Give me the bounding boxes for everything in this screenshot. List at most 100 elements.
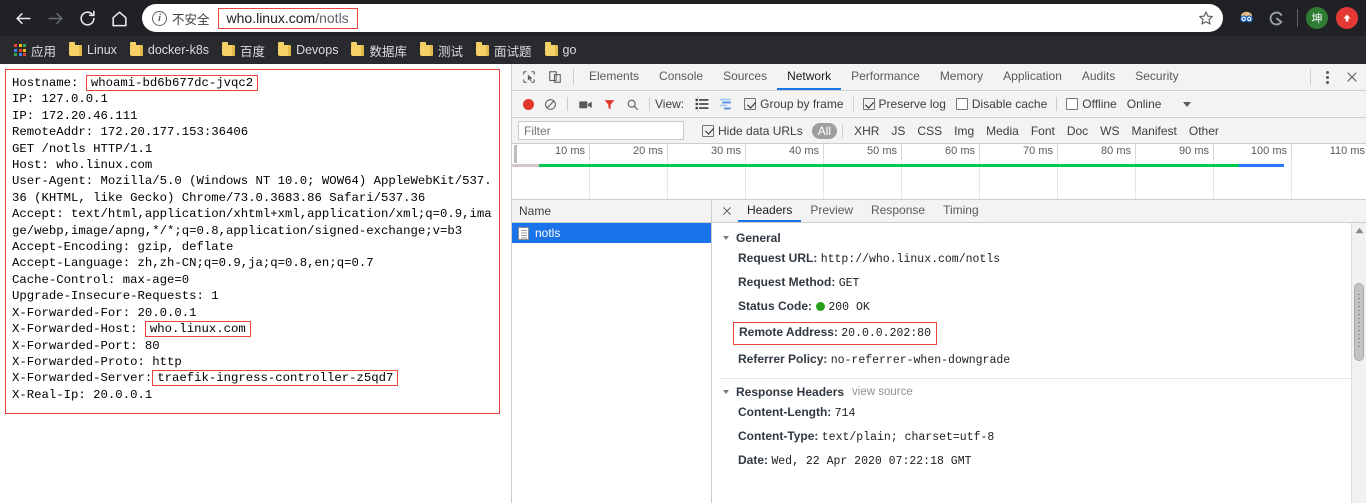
header-content-type: Content-Type: text/plain; charset=utf-8: [712, 425, 1366, 449]
header-line: Upgrade-Insecure-Requests: 1: [12, 289, 219, 304]
column-header-name[interactable]: Name: [512, 200, 711, 223]
filter-type-js[interactable]: JS: [885, 123, 911, 139]
response-headers-section-header[interactable]: Response Headers view source: [712, 383, 1366, 401]
preserve-log-checkbox[interactable]: Preserve log: [858, 97, 951, 111]
filter-type-manifest[interactable]: Manifest: [1126, 123, 1183, 139]
network-body: Name notls Headers Preview Response Timi…: [512, 200, 1366, 503]
chevron-down-icon: [1183, 101, 1192, 107]
security-chip[interactable]: i 不安全: [152, 9, 218, 28]
extension-glasses-icon[interactable]: [1233, 5, 1259, 31]
list-view-icon[interactable]: [690, 98, 714, 110]
network-overview[interactable]: 10 ms 20 ms 30 ms 40 ms 50 ms 60 ms 70 m…: [512, 144, 1366, 200]
detail-tab-preview[interactable]: Preview: [801, 200, 862, 222]
home-icon[interactable]: [104, 3, 134, 33]
filter-type-all[interactable]: All: [811, 122, 838, 139]
status-ok-icon: [816, 302, 826, 311]
address-bar[interactable]: i 不安全 who.linux.com/notls: [142, 4, 1223, 32]
bookmark-item-devops[interactable]: Devops: [273, 41, 346, 59]
hide-data-urls-checkbox[interactable]: Hide data URLs: [697, 124, 808, 138]
record-button[interactable]: [518, 98, 539, 110]
bookmark-label: go: [562, 43, 577, 57]
reload-icon[interactable]: [72, 3, 102, 33]
close-devtools-icon[interactable]: [1338, 64, 1366, 90]
offline-checkbox[interactable]: Offline: [1061, 97, 1121, 111]
disable-cache-checkbox[interactable]: Disable cache: [951, 97, 1052, 111]
waterfall-view-icon[interactable]: [714, 98, 739, 110]
update-arrow-icon[interactable]: [1336, 7, 1358, 29]
bookmark-star-icon[interactable]: [1193, 5, 1219, 31]
bookmark-item-linux[interactable]: Linux: [64, 41, 125, 59]
profile-avatar[interactable]: 坤: [1306, 7, 1328, 29]
details-scrollbar[interactable]: [1351, 223, 1366, 503]
close-details-icon[interactable]: [716, 200, 738, 222]
header-key: Content-Length:: [738, 405, 832, 419]
filter-type-doc[interactable]: Doc: [1061, 123, 1094, 139]
tab-elements[interactable]: Elements: [579, 64, 649, 90]
request-row-notls[interactable]: notls: [512, 223, 711, 243]
filter-type-css[interactable]: CSS: [911, 123, 948, 139]
header-value: http://who.linux.com/notls: [820, 253, 1001, 266]
checkbox-icon: [702, 124, 714, 137]
header-value: no-referrer-when-downgrade: [830, 354, 1011, 367]
extension-c-icon[interactable]: [1263, 5, 1289, 31]
search-icon[interactable]: [621, 98, 644, 111]
detail-tab-response[interactable]: Response: [862, 200, 934, 222]
tabbar-divider-right: [1310, 69, 1311, 85]
bookmark-item-baidu[interactable]: 百度: [217, 39, 273, 62]
detail-tab-headers[interactable]: Headers: [738, 200, 802, 222]
bookmark-label: docker-k8s: [147, 43, 210, 57]
toolbar-divider-2: [649, 97, 650, 111]
headers-content: General Request URL: http://who.linux.co…: [712, 223, 1366, 503]
bookmark-item-docker-k8s[interactable]: docker-k8s: [125, 41, 217, 59]
header-date: Date: Wed, 22 Apr 2020 07:22:18 GMT: [712, 449, 1366, 473]
scrollbar-up-arrow-icon[interactable]: [1352, 223, 1366, 237]
scrollbar-thumb[interactable]: [1354, 283, 1364, 361]
folder-icon: [351, 42, 365, 56]
filter-type-img[interactable]: Img: [948, 123, 980, 139]
filter-type-ws[interactable]: WS: [1094, 123, 1125, 139]
detail-tab-timing[interactable]: Timing: [934, 200, 988, 222]
apps-grid-icon: [14, 44, 26, 56]
general-section-header[interactable]: General: [712, 229, 1366, 247]
filter-type-media[interactable]: Media: [980, 123, 1025, 139]
tab-network[interactable]: Network: [777, 64, 842, 90]
filter-funnel-icon[interactable]: [598, 98, 621, 111]
back-arrow-icon[interactable]: [8, 3, 38, 33]
bookmark-item-database[interactable]: 数据库: [346, 39, 415, 62]
filter-type-font[interactable]: Font: [1025, 123, 1061, 139]
inspect-element-icon[interactable]: [516, 64, 542, 90]
header-line: User-Agent: Mozilla/5.0 (Windows NT 10.0…: [12, 174, 492, 205]
folder-icon: [222, 42, 236, 56]
header-line: IP: 172.20.46.111: [12, 108, 138, 123]
header-line: Host: who.linux.com: [12, 158, 153, 173]
tab-sources[interactable]: Sources: [713, 64, 777, 90]
tab-security[interactable]: Security: [1125, 64, 1188, 90]
device-toolbar-icon[interactable]: [542, 64, 568, 90]
bookmark-item-test[interactable]: 测试: [415, 39, 471, 62]
header-key: Remote Address:: [739, 325, 838, 339]
filter-input[interactable]: [518, 121, 684, 140]
filter-type-other[interactable]: Other: [1183, 123, 1225, 139]
header-line: Accept-Encoding: gzip, deflate: [12, 240, 234, 255]
view-source-link[interactable]: view source: [852, 386, 913, 398]
more-options-icon[interactable]: [1316, 64, 1338, 90]
tab-application[interactable]: Application: [993, 64, 1072, 90]
header-key: Date:: [738, 453, 769, 467]
bookmark-item-apps[interactable]: 应用: [9, 39, 64, 62]
forward-arrow-icon[interactable]: [40, 3, 70, 33]
tab-console[interactable]: Console: [649, 64, 713, 90]
section-divider: [720, 378, 1366, 379]
group-by-frame-checkbox[interactable]: Group by frame: [739, 97, 848, 111]
bookmark-label: 百度: [240, 44, 266, 59]
tab-audits[interactable]: Audits: [1072, 64, 1125, 90]
xf-host-value: who.linux.com: [144, 321, 251, 338]
bookmark-item-interview[interactable]: 面试题: [471, 39, 540, 62]
screenshot-camera-icon[interactable]: [573, 98, 598, 111]
url-text[interactable]: who.linux.com/notls: [217, 7, 358, 29]
clear-button[interactable]: [539, 98, 562, 111]
bookmark-item-go[interactable]: go: [540, 41, 585, 59]
throttling-select[interactable]: Online: [1122, 97, 1197, 111]
filter-type-xhr[interactable]: XHR: [848, 123, 885, 139]
tab-memory[interactable]: Memory: [930, 64, 993, 90]
tab-performance[interactable]: Performance: [841, 64, 930, 90]
